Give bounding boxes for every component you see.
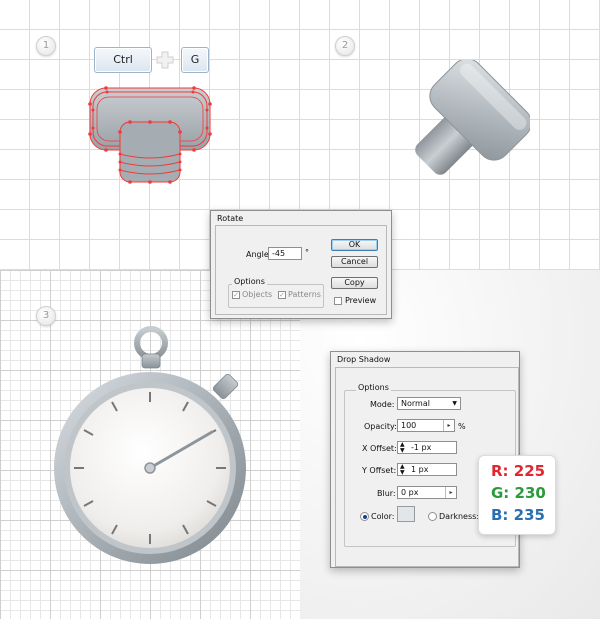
drop-shadow-title: Drop Shadow	[337, 355, 391, 364]
spinner-arrows-icon[interactable]: ▲ ▼	[400, 442, 405, 454]
ctrl-key: Ctrl	[94, 47, 152, 73]
blur-label: Blur:	[377, 489, 396, 498]
patterns-checkbox[interactable]: ✓	[278, 291, 286, 299]
objects-checkbox[interactable]: ✓	[232, 291, 240, 299]
y-offset-value: 1 px	[411, 465, 429, 474]
copy-button[interactable]: Copy	[331, 277, 378, 289]
mode-label: Mode:	[370, 400, 395, 409]
blur-input[interactable]: 0 px ▸	[397, 486, 457, 499]
ok-button[interactable]: OK	[331, 239, 378, 251]
rotate-options-label: Options	[232, 277, 267, 286]
opacity-unit: %	[458, 422, 466, 431]
red-value: R: 225	[491, 462, 546, 480]
spinner-arrows-icon[interactable]: ▲ ▼	[400, 464, 405, 476]
rotate-dialog-body: Angle: -45 ° Options ✓ Objects ✓ Pattern…	[215, 225, 387, 315]
x-offset-label: X Offset:	[362, 444, 397, 453]
x-offset-value: -1 px	[411, 443, 432, 452]
shadow-color-swatch[interactable]	[397, 506, 415, 522]
blur-value: 0 px	[401, 488, 419, 497]
preview-label: Preview	[345, 296, 377, 305]
blue-value: B: 235	[491, 506, 545, 524]
angle-unit: °	[305, 248, 309, 257]
objects-label: Objects	[242, 290, 273, 299]
rgb-callout-card: R: 225 G: 230 B: 235	[478, 455, 556, 535]
blur-arrow-icon[interactable]: ▸	[445, 487, 456, 498]
angle-input[interactable]: -45	[268, 247, 302, 260]
rotate-dialog-title: Rotate	[217, 214, 244, 223]
color-radio[interactable]	[360, 512, 369, 521]
patterns-label: Patterns	[288, 290, 321, 299]
plus-icon	[156, 51, 174, 69]
step-badge-2: 2	[335, 36, 355, 56]
y-offset-label: Y Offset:	[362, 466, 397, 475]
opacity-arrow-icon[interactable]: ▸	[443, 420, 454, 431]
preview-checkbox[interactable]	[334, 297, 342, 305]
chevron-down-icon: ▼	[452, 400, 457, 407]
opacity-value: 100	[401, 421, 417, 430]
y-offset-input[interactable]: ▲ ▼ 1 px	[397, 463, 457, 476]
opacity-input[interactable]: 100 ▸	[397, 419, 455, 432]
rotate-dialog: Rotate Angle: -45 ° Options ✓ Objects ✓ …	[210, 210, 392, 319]
darkness-label: Darkness:	[439, 512, 480, 521]
rotated-3d-shape[interactable]	[390, 60, 530, 200]
cancel-button[interactable]: Cancel	[331, 256, 378, 268]
mode-select[interactable]: Normal ▼	[397, 397, 461, 410]
green-value: G: 230	[491, 484, 546, 502]
opacity-label: Opacity:	[364, 422, 397, 431]
step-badge-1: 1	[36, 36, 56, 56]
stopwatch-icon	[54, 326, 246, 564]
darkness-radio[interactable]	[428, 512, 437, 521]
drop-shadow-options-label: Options	[356, 383, 391, 392]
mode-value: Normal	[401, 399, 430, 408]
x-offset-input[interactable]: ▲ ▼ -1 px	[397, 441, 457, 454]
g-key: G	[181, 47, 209, 73]
color-label: Color:	[371, 512, 395, 521]
grouped-path-shape[interactable]	[80, 82, 220, 192]
